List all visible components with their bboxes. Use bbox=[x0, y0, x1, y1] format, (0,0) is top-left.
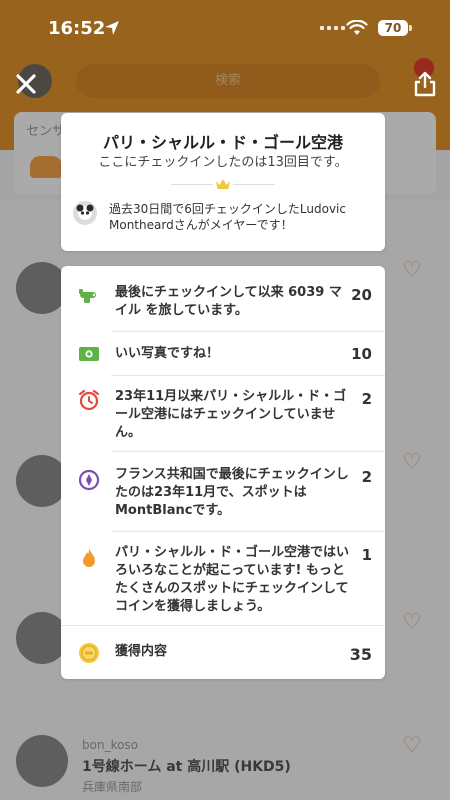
flame-icon bbox=[83, 548, 95, 567]
reward-points: 10 bbox=[351, 345, 372, 363]
reward-text: いい写真ですね！ bbox=[115, 346, 220, 361]
reward-row-activity: パリ・シャルル・ド・ゴール空港ではいろいろなことが起こっています! もっとたくさ… bbox=[61, 532, 385, 626]
reward-row-photo: いい写真ですね！ 10 bbox=[61, 332, 385, 376]
reward-points: 2 bbox=[361, 390, 372, 408]
coin-icon bbox=[79, 643, 99, 663]
battery-indicator: 70 bbox=[378, 20, 408, 36]
reward-row-distance: 最後にチェックインして以来 6039 マイル を旅しています。 20 bbox=[61, 266, 385, 332]
location-arrow-icon bbox=[105, 21, 119, 35]
venue-name: パリ・シャルル・ド・ゴール空港 bbox=[102, 133, 343, 152]
visit-count-text: ここにチェックインしたのは13回目です。 bbox=[98, 155, 348, 170]
divider-line bbox=[233, 184, 275, 185]
reward-points: 20 bbox=[351, 286, 372, 304]
battery-level: 70 bbox=[384, 21, 402, 35]
reward-text: 23年11月以来パリ・シャルル・ド・ゴール空港にはチェックインしていません。 bbox=[115, 389, 347, 440]
reward-text: 最後にチェックインして以来 6039 マイル を旅しています。 bbox=[115, 285, 342, 318]
share-icon[interactable] bbox=[412, 70, 438, 98]
compass-icon bbox=[78, 469, 100, 491]
wifi-icon bbox=[346, 20, 368, 35]
mayor-divider bbox=[61, 175, 385, 195]
reward-total-row: 獲得内容 35 bbox=[61, 626, 385, 679]
venue-card: パリ・シャルル・ド・ゴール空港 ここにチェックインしたのは13回目です。 過去3… bbox=[61, 113, 385, 251]
crown-icon bbox=[216, 179, 230, 189]
total-points: 35 bbox=[349, 645, 372, 664]
total-label: 獲得内容 bbox=[115, 644, 168, 659]
mayor-text: 過去30日間で6回チェックインしたLudovic Montheardさんがメイヤ… bbox=[109, 202, 346, 232]
status-time: 16:52 bbox=[48, 18, 106, 39]
airplane-icon bbox=[79, 289, 96, 303]
cellular-signal-icon bbox=[320, 26, 345, 30]
alarm-clock-icon bbox=[78, 389, 100, 411]
reward-text: フランス共和国で最後にチェックインしたのは23年11月で、スポットはMontBl… bbox=[115, 467, 349, 518]
battery-tip bbox=[409, 25, 412, 31]
reward-row-absence: 23年11月以来パリ・シャルル・ド・ゴール空港にはチェックインしていません。 2 bbox=[61, 376, 385, 452]
reward-points: 1 bbox=[361, 546, 372, 564]
reward-row-country: フランス共和国で最後にチェックインしたのは23年11月で、スポットはMontBl… bbox=[61, 452, 385, 532]
avatar-image bbox=[73, 201, 97, 225]
reward-text: パリ・シャルル・ド・ゴール空港ではいろいろなことが起こっています! もっとたくさ… bbox=[115, 545, 350, 614]
reward-points: 2 bbox=[361, 468, 372, 486]
rewards-card: 最後にチェックインして以来 6039 マイル を旅しています。 20 いい写真で… bbox=[61, 266, 385, 679]
divider-line bbox=[171, 184, 213, 185]
close-button[interactable] bbox=[12, 70, 40, 98]
mayor-avatar[interactable] bbox=[73, 201, 97, 225]
photo-icon bbox=[79, 347, 99, 361]
close-icon bbox=[16, 74, 36, 94]
